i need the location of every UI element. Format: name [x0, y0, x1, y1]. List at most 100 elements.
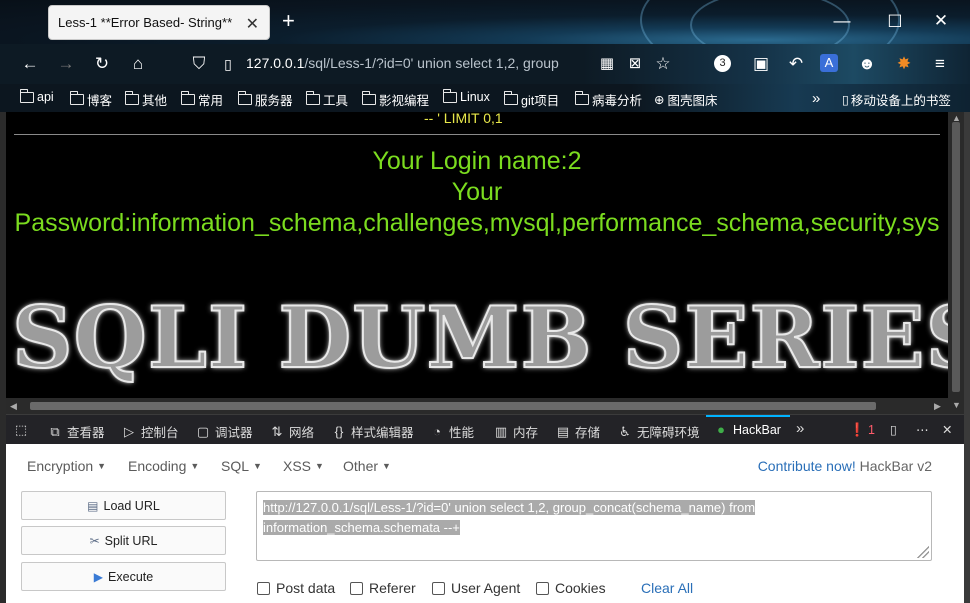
- translator-icon[interactable]: A: [820, 54, 838, 72]
- cookies-checkbox[interactable]: Cookies: [536, 580, 606, 596]
- execute-button[interactable]: ▶ Execute: [21, 562, 226, 591]
- window-close-icon[interactable]: ✕: [931, 11, 951, 31]
- contribute-link[interactable]: Contribute now!: [758, 458, 856, 474]
- folder-icon: [442, 88, 457, 103]
- menu-encoding[interactable]: Encoding ▼: [128, 458, 199, 474]
- inspector-icon: ⧉: [50, 423, 60, 439]
- hackbar-icon: ●: [717, 422, 725, 437]
- tab-hackbar[interactable]: ● HackBar: [714, 422, 781, 437]
- devtools-options-icon[interactable]: ⋯: [916, 422, 929, 437]
- chevron-down-icon: ▼: [382, 461, 391, 471]
- clear-all-link[interactable]: Clear All: [641, 580, 693, 596]
- folder-icon: [361, 91, 376, 105]
- tab-style-editor[interactable]: {} 样式编辑器: [332, 422, 414, 441]
- maximize-icon[interactable]: ☐: [885, 12, 905, 32]
- scrollbar-thumb[interactable]: [30, 402, 876, 410]
- url-text-line: information_schema.schemata --+: [263, 520, 460, 535]
- url-text-line: http://127.0.0.1/sql/Less-1/?id=0' union…: [263, 500, 756, 515]
- menu-other[interactable]: Other ▼: [343, 458, 391, 474]
- scroll-down-icon[interactable]: ▼: [952, 400, 961, 410]
- bookmark-folder[interactable]: 博客: [69, 90, 112, 109]
- url-host: 127.0.0.1: [246, 55, 305, 71]
- devtools-toolbar: ⬚ ⧉ 查看器 ▷ 控制台 ▢ 调试器 ⇅ 网络 {} 样式编辑器 ◔ 性能 ▥ 内存 ▤ 存储…: [6, 414, 964, 444]
- tab-network[interactable]: ⇅ 网络: [270, 422, 314, 441]
- bookmark-folder[interactable]: Linux: [442, 88, 490, 104]
- tab-performance[interactable]: ◔ 性能: [430, 422, 474, 441]
- menu-xss[interactable]: XSS ▼: [283, 458, 324, 474]
- forward-icon[interactable]: →: [55, 54, 77, 74]
- bookmark-folder[interactable]: 其他: [124, 90, 167, 109]
- hackbar-panel: Encryption ▼ Encoding ▼ SQL ▼ XSS ▼ Other ▼ C…: [6, 444, 964, 603]
- minimize-icon[interactable]: —: [832, 11, 852, 31]
- scroll-right-icon[interactable]: ▶: [934, 401, 941, 412]
- tab-close-icon[interactable]: ✕: [246, 14, 259, 34]
- play-icon: ▶: [93, 569, 104, 584]
- reload-icon[interactable]: ↻: [91, 54, 113, 74]
- bookmark-link[interactable]: ⊕ 图壳图床: [654, 90, 718, 109]
- bookmark-folder[interactable]: 服务器: [237, 90, 293, 109]
- scrollbar-thumb[interactable]: [952, 122, 960, 392]
- tab-title: Less-1 **Error Based- String**: [58, 15, 233, 30]
- scissors-icon: ✂: [89, 533, 100, 548]
- tab-console[interactable]: ▷ 控制台: [122, 422, 179, 441]
- shield-icon[interactable]: ⛉: [188, 54, 210, 74]
- translate-page-icon[interactable]: ⊠: [624, 54, 646, 74]
- home-icon[interactable]: ⌂: [127, 54, 149, 74]
- back-icon[interactable]: ←: [19, 54, 41, 74]
- tab-inspector[interactable]: ⧉ 查看器: [48, 422, 104, 441]
- hackbar-version: HackBar v2: [859, 458, 932, 474]
- network-icon: ⇅: [271, 423, 283, 439]
- extension-icon[interactable]: ▣: [750, 54, 772, 74]
- tab-memory[interactable]: ▥ 内存: [494, 422, 538, 441]
- menu-icon[interactable]: ≡: [929, 54, 951, 74]
- page-info-icon[interactable]: ▯: [217, 54, 239, 74]
- scroll-left-icon[interactable]: ◀: [10, 401, 17, 412]
- dock-side-icon[interactable]: ▯: [890, 422, 897, 437]
- referer-checkbox[interactable]: Referer: [350, 580, 416, 596]
- bookmarks-bar: api 博客 其他 常用 服务器 工具 影视编程 Linux git项目 病毒分…: [0, 84, 970, 112]
- bookmark-folder[interactable]: 影视编程: [361, 90, 429, 109]
- bookmark-folder[interactable]: 常用: [180, 90, 223, 109]
- phone-icon: ▯: [842, 93, 849, 107]
- tab-accessibility[interactable]: ♿ 无障碍环境: [618, 422, 699, 441]
- browser-tab[interactable]: Less-1 **Error Based- String** ✕: [48, 5, 270, 40]
- resize-grip-icon[interactable]: [917, 546, 929, 558]
- chevron-down-icon: ▼: [97, 461, 107, 471]
- address-bar[interactable]: 127.0.0.1/sql/Less-1/?id=0' union select…: [246, 55, 576, 71]
- title-bar: Less-1 **Error Based- String** ✕ + — ☐ ✕: [0, 0, 970, 80]
- bookmark-star-icon[interactable]: ☆: [652, 54, 674, 74]
- new-tab-icon[interactable]: +: [282, 10, 295, 32]
- bookmark-folder[interactable]: git项目: [503, 90, 559, 109]
- horizontal-scrollbar[interactable]: ◀ ▶: [6, 398, 948, 414]
- error-count-badge[interactable]: ❗ 1: [849, 422, 875, 438]
- tampermonkey-icon[interactable]: ☻: [856, 54, 878, 74]
- bookmark-folder[interactable]: 病毒分析: [574, 90, 642, 109]
- post-data-checkbox[interactable]: Post data: [257, 580, 335, 596]
- user-agent-checkbox[interactable]: User Agent: [432, 580, 520, 596]
- element-picker-icon[interactable]: ⬚: [14, 422, 33, 438]
- bookmarks-overflow-icon[interactable]: »: [812, 90, 820, 107]
- undo-icon[interactable]: ↶: [785, 54, 807, 74]
- mobile-bookmarks[interactable]: ▯ 移动设备上的书签: [842, 90, 951, 109]
- globe-icon: ⊕: [654, 93, 665, 107]
- url-textarea[interactable]: http://127.0.0.1/sql/Less-1/?id=0' union…: [256, 491, 932, 561]
- load-url-button[interactable]: ▤ Load URL: [21, 491, 226, 520]
- more-tabs-icon[interactable]: »: [796, 420, 804, 437]
- extension-badge[interactable]: 3: [714, 55, 731, 72]
- checkbox-icon: [350, 581, 363, 595]
- query-limit-text: -- ' LIMIT 0,1: [424, 112, 503, 126]
- sqli-dumb-series-banner: SQLI DUMB SERIES-: [11, 287, 948, 388]
- active-tab-indicator: [706, 415, 790, 417]
- menu-sql[interactable]: SQL ▼: [221, 458, 262, 474]
- devtools-close-icon[interactable]: ✕: [942, 422, 952, 437]
- storage-icon: ▤: [556, 423, 570, 439]
- split-url-button[interactable]: ✂ Split URL: [21, 526, 226, 555]
- foxyproxy-icon[interactable]: ✸: [893, 54, 915, 74]
- qr-code-icon[interactable]: ▦: [596, 54, 618, 74]
- menu-encryption[interactable]: Encryption ▼: [27, 458, 106, 474]
- bookmark-folder[interactable]: api: [19, 88, 54, 104]
- vertical-scrollbar[interactable]: ▲ ▼: [948, 112, 964, 414]
- tab-storage[interactable]: ▤ 存储: [556, 422, 600, 441]
- bookmark-folder[interactable]: 工具: [305, 90, 348, 109]
- tab-debugger[interactable]: ▢ 调试器: [196, 422, 253, 441]
